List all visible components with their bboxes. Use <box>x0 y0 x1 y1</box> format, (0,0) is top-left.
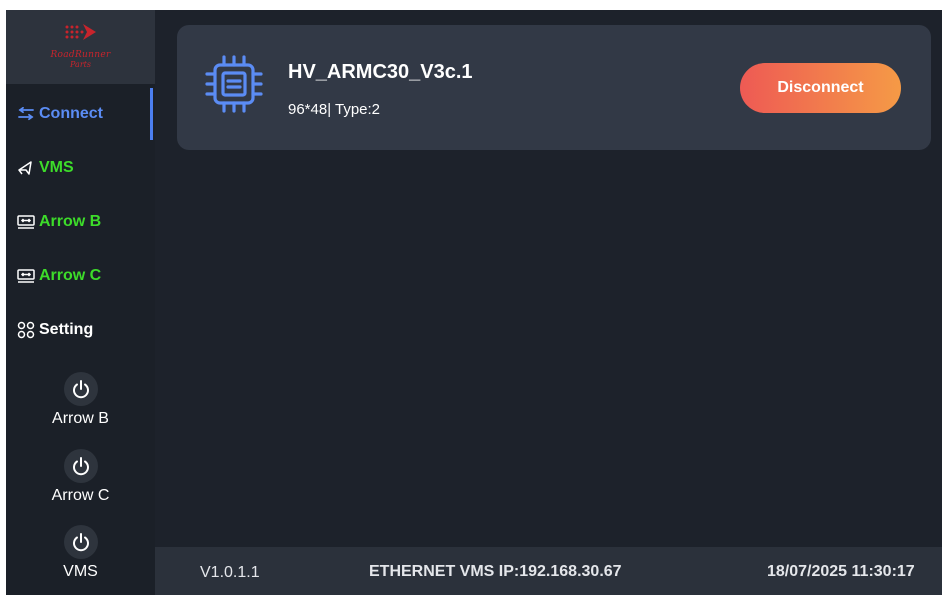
status-bar: V1.0.1.1 ETHERNET VMS IP:192.168.30.67 1… <box>155 547 942 595</box>
power-icon[interactable] <box>63 525 98 559</box>
app-window: RoadRunner Parts Connect VMS Arrow B Arr… <box>6 10 942 595</box>
ip-label: ETHERNET VMS IP:192.168.30.67 <box>369 563 622 580</box>
device-card: HV_ARMC30_V3c.1 96*48| Type:2 Disconnect <box>177 25 931 150</box>
power-arrow-b-label: Arrow B <box>52 410 109 427</box>
nav-arrow-b[interactable]: Arrow B <box>6 196 155 248</box>
nav-setting[interactable]: Setting <box>6 304 155 356</box>
nav-connect[interactable]: Connect <box>6 88 155 140</box>
nav-arrow-b-label: Arrow B <box>39 213 102 230</box>
nav-connect-label: Connect <box>39 105 103 122</box>
nav-arrow-c[interactable]: Arrow C <box>6 250 155 302</box>
device-name: HV_ARMC30_V3c.1 <box>288 61 473 83</box>
power-arrow-c-label: Arrow C <box>51 487 110 504</box>
power-vms-label: VMS <box>63 563 98 580</box>
power-icon[interactable] <box>63 449 98 483</box>
nav-setting-label: Setting <box>39 321 94 338</box>
nav-vms-label: VMS <box>39 159 74 176</box>
nav-vms[interactable]: VMS <box>6 142 155 194</box>
power-arrow-b[interactable]: Arrow B <box>6 372 155 428</box>
device-info: 96*48| Type:2 <box>288 101 381 118</box>
chip-icon <box>203 53 265 120</box>
version-label: V1.0.1.1 <box>200 564 260 581</box>
megaphone-icon <box>17 159 37 177</box>
grid-icon <box>17 321 37 339</box>
display-icon <box>17 267 37 285</box>
datetime-label: 18/07/2025 11:30:17 <box>767 563 915 580</box>
power-icon[interactable] <box>63 372 98 406</box>
sidebar: RoadRunner Parts Connect VMS Arrow B Arr… <box>6 10 155 595</box>
power-vms[interactable]: VMS <box>6 525 155 581</box>
nav-arrow-c-label: Arrow C <box>39 267 102 284</box>
display-icon <box>17 213 37 231</box>
power-arrow-c[interactable]: Arrow C <box>6 449 155 505</box>
brand-logo: RoadRunner Parts <box>6 10 155 84</box>
connect-icon <box>17 105 37 123</box>
logo-subtitle: Parts <box>70 60 91 69</box>
disconnect-button[interactable]: Disconnect <box>740 63 901 113</box>
logo-wordmark: RoadRunner <box>50 50 111 60</box>
